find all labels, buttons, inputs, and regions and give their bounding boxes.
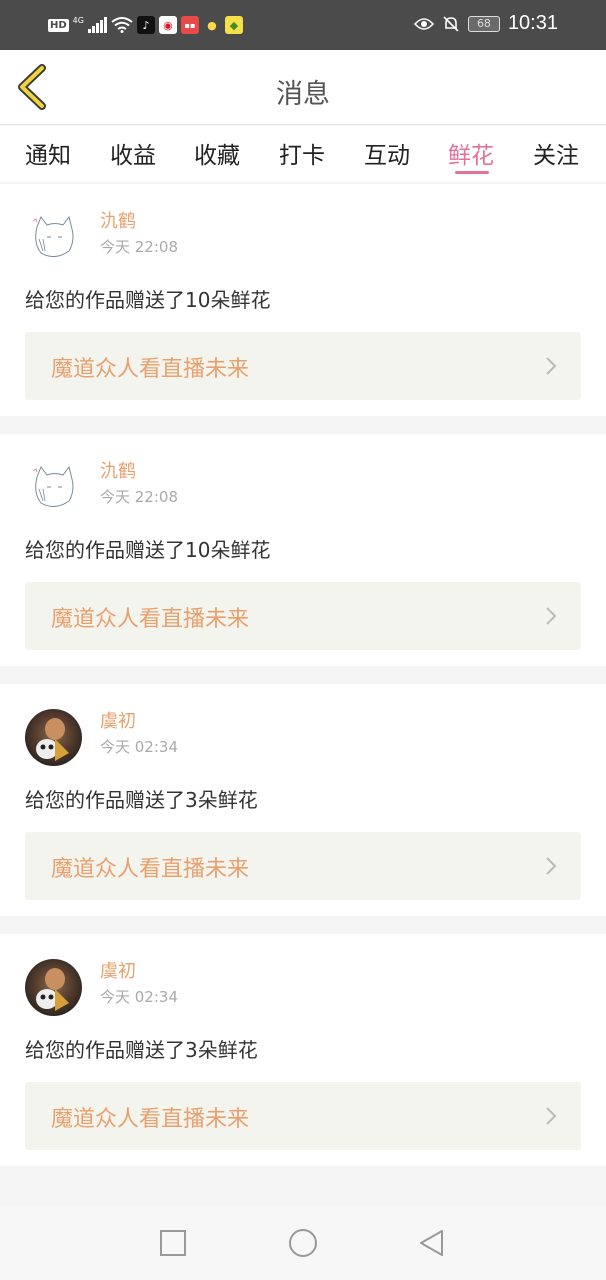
message-time: 今天 02:34: [100, 738, 178, 756]
work-title: 魔道众人看直播未来: [51, 607, 250, 632]
tab-flowers[interactable]: 鲜花: [448, 136, 494, 170]
username[interactable]: 氿鹤: [100, 207, 136, 233]
eye-icon: [413, 17, 434, 30]
tab-checkin[interactable]: 打卡: [279, 136, 325, 170]
square-icon[interactable]: [157, 1227, 189, 1259]
chevron-right-icon: [546, 607, 557, 625]
avatar[interactable]: [25, 709, 82, 766]
username[interactable]: 虞初: [100, 957, 136, 983]
message-text: 给您的作品赠送了3朵鲜花: [25, 788, 258, 812]
message-card: 虞初 今天 02:34 给您的作品赠送了3朵鲜花 魔道众人看直播未来: [0, 934, 606, 1166]
message-text: 给您的作品赠送了10朵鲜花: [25, 288, 271, 312]
battery-icon: 68: [467, 15, 500, 32]
network-type: 4G: [72, 15, 84, 25]
system-nav-bar: [0, 1205, 606, 1280]
message-text: 给您的作品赠送了3朵鲜花: [25, 1038, 258, 1062]
tab-earnings[interactable]: 收益: [110, 136, 156, 170]
triangle-back-icon[interactable]: [416, 1227, 448, 1259]
bell-off-icon: [443, 15, 459, 32]
chevron-right-icon: [546, 857, 557, 875]
message-text: 给您的作品赠送了10朵鲜花: [25, 538, 271, 562]
app-header: 消息: [0, 50, 606, 125]
bulb-icon: ●: [207, 18, 217, 32]
work-title: 魔道众人看直播未来: [51, 357, 250, 382]
tab-favorites[interactable]: 收藏: [194, 136, 240, 170]
weibo-icon: ◉: [158, 16, 177, 34]
message-time: 今天 22:08: [100, 238, 178, 256]
avatar[interactable]: [25, 209, 82, 266]
work-title: 魔道众人看直播未来: [51, 857, 250, 882]
message-time: 今天 02:34: [100, 988, 178, 1006]
tab-bar: 通知 收益 收藏 打卡 互动 鲜花 关注: [0, 126, 606, 182]
avatar[interactable]: [25, 459, 82, 516]
hd-indicator: HD: [48, 18, 69, 32]
username[interactable]: 氿鹤: [100, 457, 136, 483]
signal-icon: [87, 17, 107, 33]
message-card: 虞初 今天 02:34 给您的作品赠送了3朵鲜花 魔道众人看直播未来: [0, 684, 606, 916]
clock: 10:31: [507, 12, 558, 34]
work-title: 魔道众人看直播未来: [51, 1107, 250, 1132]
username[interactable]: 虞初: [100, 707, 136, 733]
page-title: 消息: [276, 79, 330, 110]
tiktok-icon: ♪: [136, 16, 155, 34]
tab-interactions[interactable]: 互动: [364, 136, 410, 170]
work-link[interactable]: 魔道众人看直播未来: [25, 582, 581, 650]
tab-notifications[interactable]: 通知: [25, 136, 71, 170]
circle-icon[interactable]: [287, 1227, 319, 1259]
chevron-right-icon: [546, 357, 557, 375]
game-icon: ◆: [224, 16, 243, 34]
work-link[interactable]: 魔道众人看直播未来: [25, 332, 581, 400]
work-link[interactable]: 魔道众人看直播未来: [25, 832, 581, 900]
message-time: 今天 22:08: [100, 488, 178, 506]
message-card: 氿鹤 今天 22:08 给您的作品赠送了10朵鲜花 魔道众人看直播未来: [0, 184, 606, 416]
work-link[interactable]: 魔道众人看直播未来: [25, 1082, 581, 1150]
tab-following[interactable]: 关注: [533, 136, 579, 170]
wifi-icon: [111, 17, 133, 33]
app-icon: ▪▪: [180, 16, 199, 34]
avatar[interactable]: [25, 959, 82, 1016]
message-card: 氿鹤 今天 22:08 给您的作品赠送了10朵鲜花 魔道众人看直播未来: [0, 434, 606, 666]
chevron-right-icon: [546, 1107, 557, 1125]
status-bar: HD 4G ♪ ◉ ▪▪ ● ◆ 68 10:31: [0, 0, 606, 50]
active-tab-indicator: [455, 171, 489, 174]
